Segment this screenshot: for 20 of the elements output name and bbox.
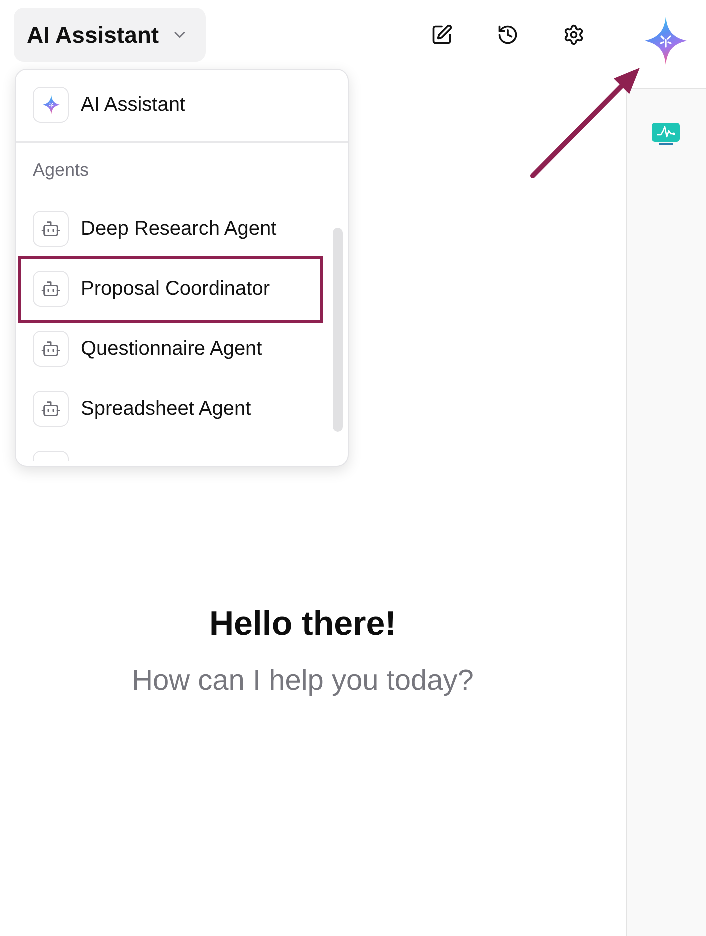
greeting-title: Hello there! [209, 604, 397, 644]
menu-item[interactable]: Questionnaire Agent [16, 319, 348, 379]
assistant-dropdown[interactable]: AI Assistant [14, 8, 206, 62]
greeting-subtitle: How can I help you today? [132, 664, 474, 699]
bot-icon [33, 211, 69, 247]
pencil-square-icon [431, 24, 453, 46]
bot-icon [33, 391, 69, 427]
scrollbar-thumb[interactable] [333, 228, 343, 432]
section-label: Agents [32, 159, 90, 181]
bot-icon [33, 331, 69, 367]
monitor-pulse-icon[interactable] [652, 123, 680, 145]
settings-icon [563, 24, 585, 46]
menu-item[interactable]: Deep Research Agent [16, 199, 348, 259]
bot-icon [33, 271, 69, 307]
sparkle-icon [33, 87, 69, 123]
menu-item[interactable]: AI Assistant [16, 87, 348, 123]
sparkle-icon[interactable] [645, 17, 687, 65]
menu-item[interactable]: Proposal Coordinator [16, 259, 348, 319]
history-icon [497, 24, 519, 46]
menu-item[interactable]: Spreadsheet Agent [16, 379, 348, 439]
